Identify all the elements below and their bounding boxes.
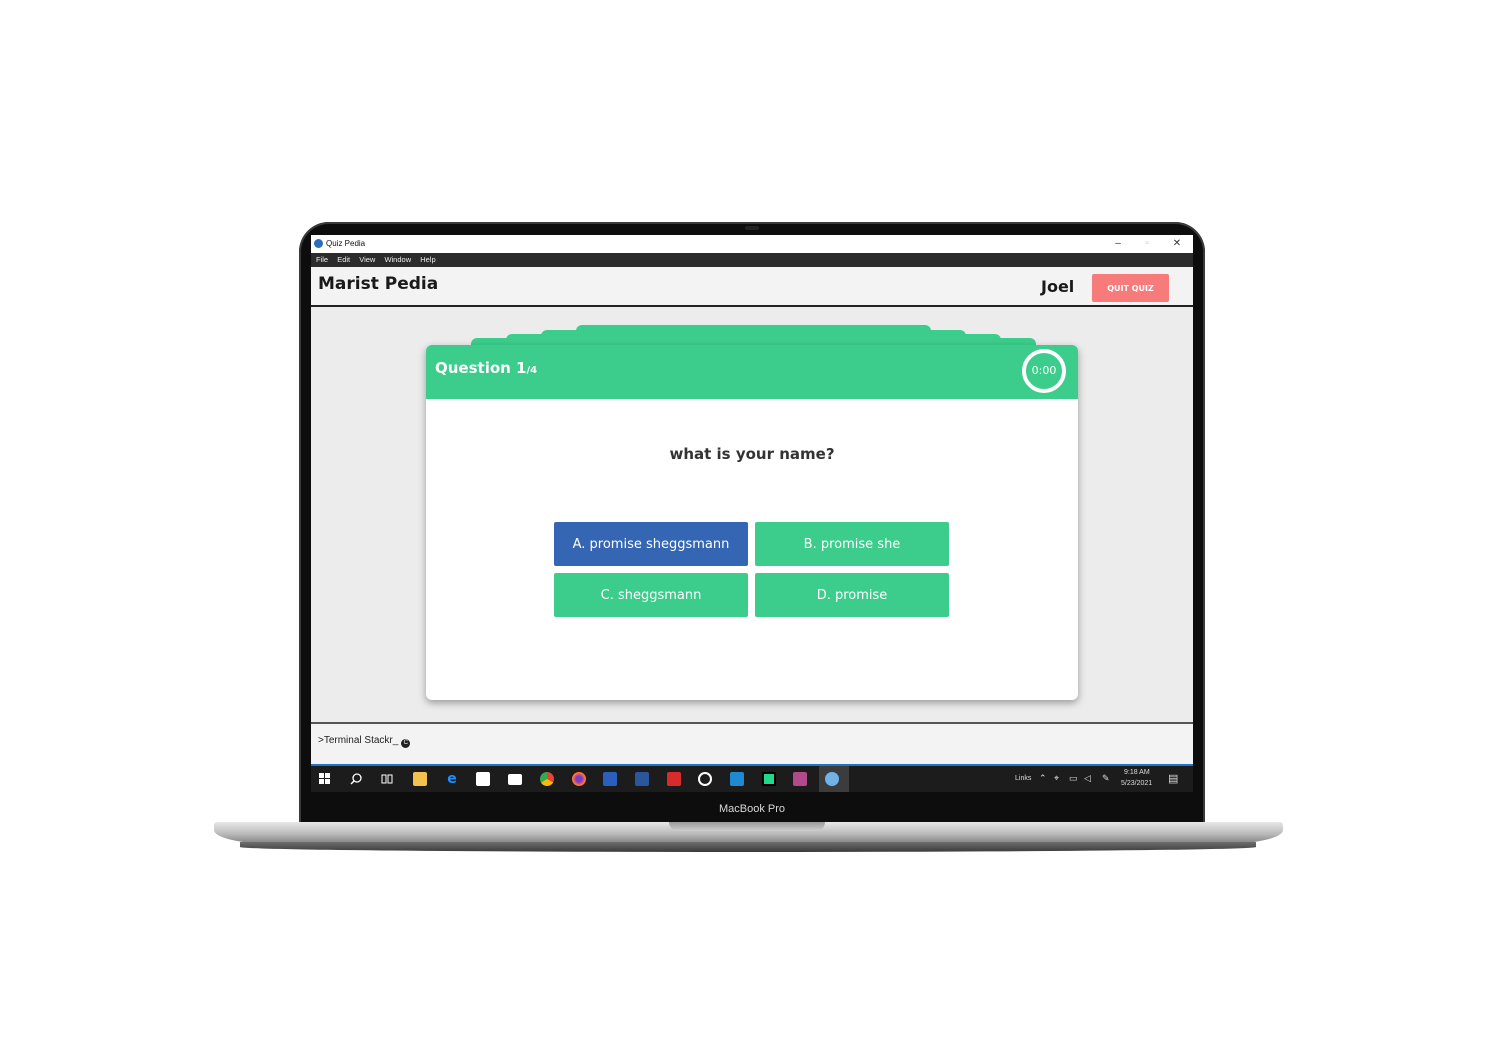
- start-icon[interactable]: [319, 773, 331, 785]
- quit-quiz-button[interactable]: QUIT QUIZ: [1092, 274, 1169, 302]
- app-logo-icon: [314, 239, 323, 248]
- user-name: Joel: [1041, 277, 1075, 296]
- copyright-icon: C: [401, 739, 411, 748]
- maximize-button[interactable]: ▫: [1133, 237, 1161, 251]
- taskbar: e Links ⌃ ⌖ ▭ ◁ ✎ 9:18 AM 5/23/2021 ▤: [311, 766, 1193, 792]
- media-icon[interactable]: [698, 772, 712, 786]
- word-icon[interactable]: [635, 772, 649, 786]
- question-text: what is your name?: [669, 445, 835, 463]
- chrome-icon[interactable]: [540, 772, 554, 786]
- menu-item-help[interactable]: Help: [420, 253, 435, 267]
- pycharm-icon[interactable]: [762, 772, 776, 786]
- menu-bar: File Edit View Window Help: [311, 253, 1193, 267]
- menu-item-file[interactable]: File: [316, 253, 328, 267]
- question-total: /4: [526, 365, 538, 376]
- winrar-icon[interactable]: [793, 772, 807, 786]
- notification-icon[interactable]: ▤: [1168, 772, 1178, 785]
- brand-title: Marist Pedia: [318, 274, 439, 294]
- answer-option-c[interactable]: C. sheggsmann: [554, 573, 748, 617]
- close-button[interactable]: ✕: [1163, 237, 1191, 251]
- answer-option-d[interactable]: D. promise: [755, 573, 949, 617]
- battery-icon[interactable]: ▭: [1069, 773, 1078, 784]
- network-icon[interactable]: ⌖: [1054, 773, 1059, 784]
- acrobat-icon[interactable]: [667, 772, 681, 786]
- window-title: Quiz Pedia: [326, 239, 366, 248]
- chevron-up-icon[interactable]: ⌃: [1039, 773, 1047, 784]
- laptop-base-notch: [669, 822, 825, 831]
- quiz-card: Question 1/4 0:00 what is your name? A. …: [426, 345, 1078, 700]
- answer-option-b[interactable]: B. promise she: [755, 522, 949, 566]
- task-view-icon[interactable]: [381, 773, 393, 785]
- timer-badge: 0:00: [1022, 349, 1066, 393]
- pen-icon[interactable]: ✎: [1102, 773, 1110, 784]
- menu-item-edit[interactable]: Edit: [337, 253, 350, 267]
- app-header: Marist Pedia Joel QUIT QUIZ: [311, 267, 1193, 307]
- minimize-button[interactable]: –: [1104, 237, 1132, 251]
- mail-icon[interactable]: [508, 774, 522, 785]
- file-explorer-icon[interactable]: [413, 772, 427, 786]
- menu-item-window[interactable]: Window: [384, 253, 411, 267]
- vscode-icon[interactable]: [730, 772, 744, 786]
- menu-item-view[interactable]: View: [359, 253, 375, 267]
- laptop-base-shadow: [240, 842, 1256, 852]
- clock-time[interactable]: 9:18 AM: [1124, 769, 1150, 776]
- app-footer: >Terminal Stackr_ C: [311, 724, 1193, 764]
- screen: Quiz Pedia – ▫ ✕ File Edit View Window H…: [311, 235, 1193, 792]
- terminal-text: >Terminal Stackr_: [318, 735, 399, 746]
- tray-links-label[interactable]: Links: [1015, 775, 1031, 782]
- answer-option-a[interactable]: A. promise sheggsmann: [554, 522, 748, 566]
- clock-date[interactable]: 5/23/2021: [1121, 780, 1152, 787]
- question-number: Question 1/4: [435, 359, 537, 377]
- window-titlebar: Quiz Pedia – ▫ ✕: [311, 235, 1193, 253]
- terminal-credit: >Terminal Stackr_ C: [318, 735, 411, 748]
- store-icon[interactable]: [476, 772, 490, 786]
- search-icon[interactable]: [350, 773, 362, 785]
- app-icon[interactable]: [603, 772, 617, 786]
- device-brand-label: MacBook Pro: [718, 803, 786, 815]
- edge-icon[interactable]: e: [445, 772, 459, 786]
- volume-icon[interactable]: ◁: [1084, 773, 1091, 784]
- quiz-pedia-icon[interactable]: [825, 772, 839, 786]
- question-label: Question 1: [435, 359, 527, 377]
- camera-notch: [745, 226, 759, 230]
- firefox-icon[interactable]: [572, 772, 586, 786]
- quiz-card-header: Question 1/4 0:00: [426, 345, 1078, 399]
